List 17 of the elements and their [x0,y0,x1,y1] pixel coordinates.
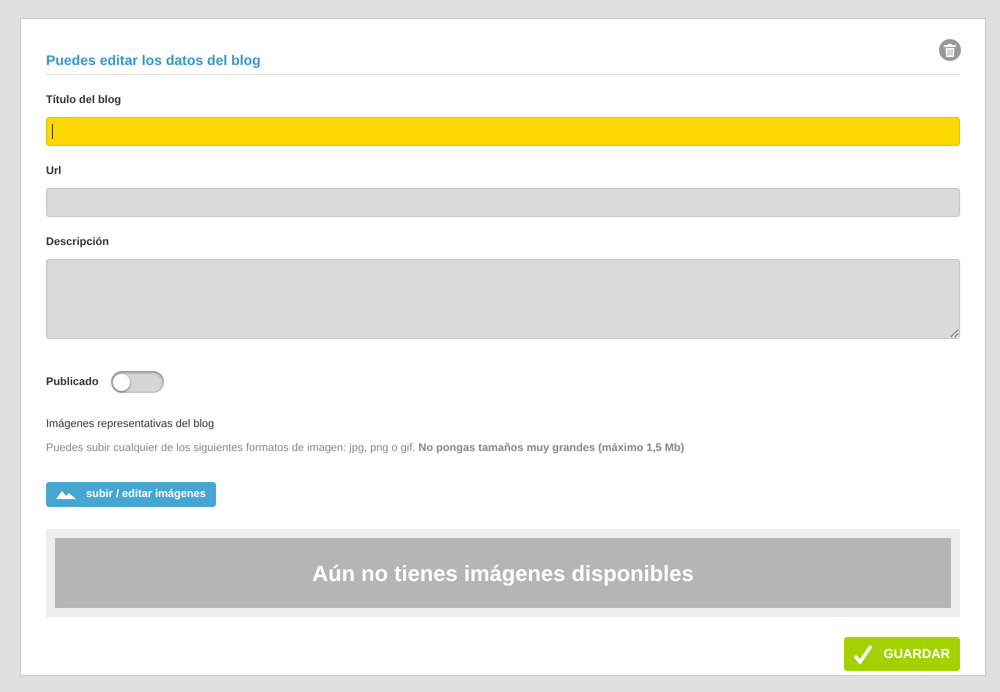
field-label: Descripción [46,237,110,248]
text-field[interactable] [46,188,960,217]
text-field[interactable] [46,117,960,146]
published-label: Publicado [46,374,99,390]
upload-images-button[interactable]: subir / editar imágenes [46,482,216,507]
description-field[interactable] [46,259,960,339]
form-heading: Puedes editar los datos del blog [46,53,262,67]
images-title: Imágenes representativas del blog [46,419,216,430]
images-hint: Puedes subir cualquier de los siguientes formatos de imagen: jpg, png o gif. No pongas tamaños muy grandes (máximo 1,5 Mb) [46,443,686,454]
field-label: Título del blog [46,95,122,106]
save-button[interactable]: GUARDAR [844,637,960,671]
trash-icon[interactable] [939,39,961,61]
checkmark-icon [854,644,872,664]
field-label: Url [46,166,62,177]
published-toggle[interactable] [110,371,164,393]
mountain-icon [56,490,76,499]
empty-images-message: Aún no tienes imágenes disponibles [55,538,951,608]
